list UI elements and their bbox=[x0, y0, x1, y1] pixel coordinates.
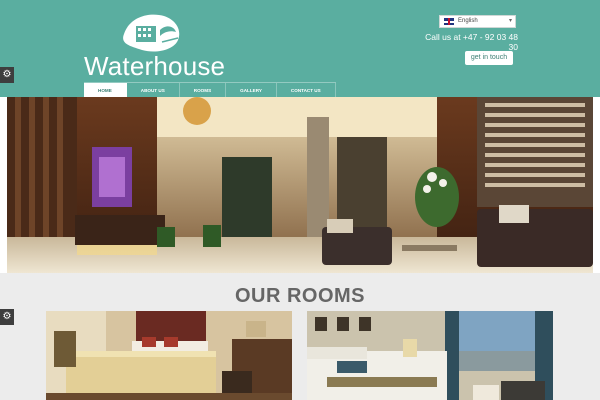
brand-name: Waterhouse bbox=[84, 51, 226, 81]
brand-logo[interactable]: Waterhouse bbox=[84, 12, 226, 81]
nav-item-contact[interactable]: CONTACT US bbox=[277, 83, 336, 98]
building-sketch-logo-icon bbox=[123, 14, 180, 52]
nav-item-rooms[interactable]: ROOMS bbox=[180, 83, 227, 98]
language-select[interactable]: English ▾ bbox=[439, 15, 516, 28]
main-nav: HOME ABOUT US ROOMS GALLERY CONTACT US bbox=[84, 82, 336, 98]
chevron-down-icon: ▾ bbox=[508, 18, 512, 24]
language-label: English bbox=[458, 18, 478, 24]
room-card-2[interactable] bbox=[307, 311, 553, 400]
gear-icon[interactable]: ⚙ bbox=[0, 67, 14, 83]
gear-icon[interactable]: ⚙ bbox=[0, 309, 14, 325]
get-in-touch-button[interactable]: get in touch bbox=[465, 51, 513, 65]
bedroom-photo-2 bbox=[307, 311, 553, 400]
site-header: Waterhouse English ▾ Call us at +47 - 92… bbox=[0, 0, 600, 98]
nav-item-about[interactable]: ABOUT US bbox=[127, 83, 180, 98]
uk-flag-icon bbox=[444, 18, 454, 25]
lobby-illustration bbox=[7, 97, 593, 273]
bedroom-photo-1 bbox=[46, 311, 292, 400]
room-card-1[interactable] bbox=[46, 311, 292, 400]
rooms-section-title: OUR ROOMS bbox=[234, 285, 366, 307]
nav-item-home[interactable]: HOME bbox=[84, 83, 127, 98]
nav-item-gallery[interactable]: GALLERY bbox=[226, 83, 277, 98]
phone-number: Call us at +47 - 92 03 48 30 bbox=[425, 32, 518, 52]
rooms-section: OUR ROOMS ⚙ bbox=[0, 273, 600, 400]
hotel-lobby-photo bbox=[7, 97, 593, 273]
